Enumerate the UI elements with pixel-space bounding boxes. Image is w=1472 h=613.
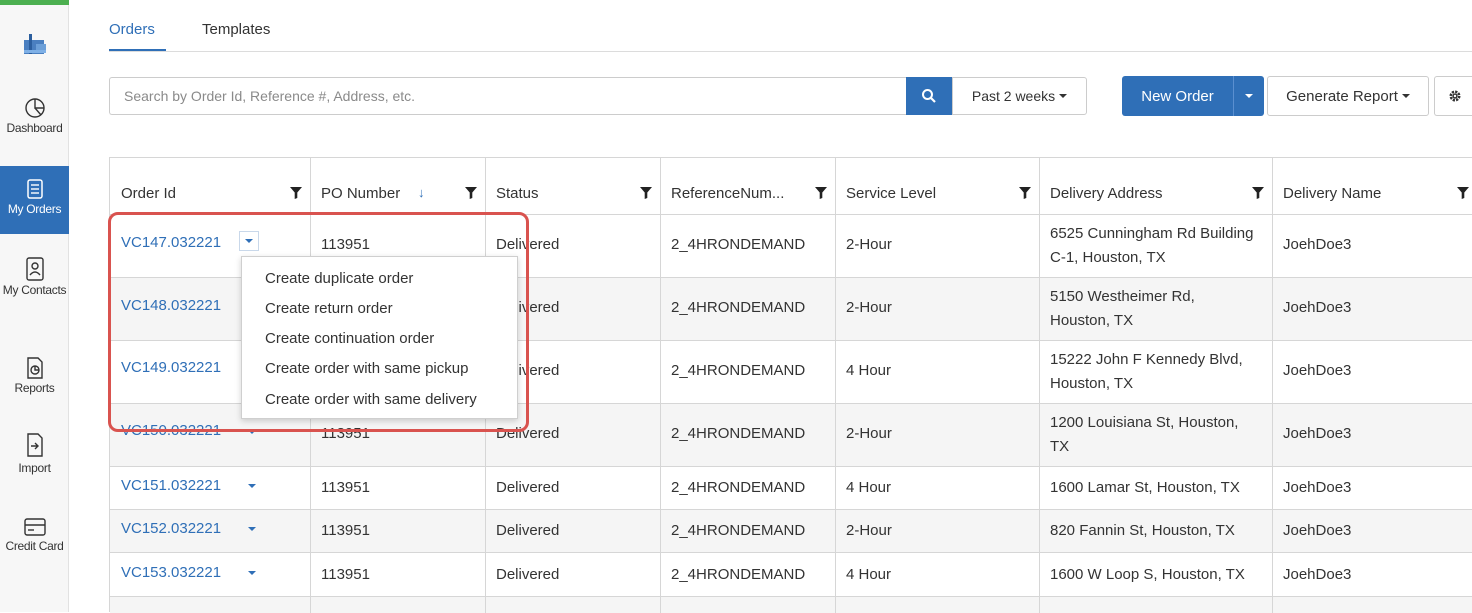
chevron-down-icon <box>1059 94 1068 98</box>
order-id-link[interactable]: VC152.032221 <box>121 520 221 537</box>
reference-cell: 2_4HRONDEMAND <box>671 236 806 253</box>
po-number-cell: 113951 <box>321 566 370 583</box>
date-range-dropdown[interactable]: Past 2 weeks <box>952 77 1087 115</box>
filter-icon[interactable] <box>1019 187 1031 199</box>
sidebar-item-label: Dashboard <box>6 121 63 135</box>
order-id-link[interactable]: VC151.032221 <box>121 477 221 494</box>
filter-icon[interactable] <box>1252 187 1264 199</box>
delivery-address-cell: 1600 Lamar St, Houston, TX <box>1050 479 1240 496</box>
sidebar-item-import[interactable]: Import <box>0 432 69 480</box>
delivery-address-cell: 820 Fannin St, Houston, TX <box>1050 522 1235 539</box>
chevron-down-icon[interactable] <box>248 571 256 575</box>
column-header-reference-number[interactable]: ReferenceNum... <box>671 185 784 202</box>
reports-icon <box>26 357 43 379</box>
delivery-name-cell: JoehDoe3 <box>1283 522 1352 539</box>
sort-descending-icon[interactable]: ↓ <box>418 185 425 200</box>
reference-cell: 2_4HRONDEMAND <box>671 479 806 496</box>
reference-cell: 2_4HRONDEMAND <box>671 362 806 379</box>
delivery-name-cell: JoehDoe3 <box>1283 479 1352 496</box>
status-cell: Delivered <box>496 566 560 583</box>
sidebar-accent-bar <box>0 0 69 5</box>
delivery-address-cell: 1600 W Loop S, Houston, TX <box>1050 566 1245 583</box>
search-icon <box>922 89 936 103</box>
delivery-name-cell: JoehDoe3 <box>1283 425 1352 442</box>
status-cell: Delivered <box>496 522 560 539</box>
tab-bar: Orders Templates <box>109 0 1472 52</box>
sidebar-item-label: Credit Card <box>5 539 64 553</box>
active-tab-indicator <box>109 49 166 51</box>
po-number-cell: 113951 <box>321 522 370 539</box>
sidebar-item-label: My Orders <box>7 202 62 216</box>
reference-cell: 2_4HRONDEMAND <box>671 522 806 539</box>
delivery-address-cell: 1200 Louisiana St, Houston, TX <box>1050 414 1239 455</box>
gear-icon <box>1449 90 1460 102</box>
settings-button[interactable] <box>1434 76 1472 116</box>
generate-report-dropdown[interactable]: Generate Report <box>1267 76 1429 116</box>
service-level-cell: 2-Hour <box>846 299 892 316</box>
search-input[interactable] <box>109 77 906 115</box>
po-number-cell: 113951 <box>321 479 370 496</box>
column-header-status[interactable]: Status <box>496 185 539 202</box>
pie-chart-icon <box>24 98 45 118</box>
column-header-delivery-name[interactable]: Delivery Name <box>1283 185 1381 202</box>
sidebar-item-label: Reports <box>14 381 55 395</box>
search-button[interactable] <box>906 77 952 115</box>
new-order-button[interactable]: New Order <box>1122 76 1233 116</box>
reference-cell: 2_4HRONDEMAND <box>671 425 806 442</box>
service-level-cell: 2-Hour <box>846 236 892 253</box>
service-level-cell: 4 Hour <box>846 362 892 379</box>
app-logo-icon[interactable] <box>20 30 50 62</box>
status-cell: Delivered <box>496 479 560 496</box>
credit-card-icon <box>23 518 46 536</box>
order-id-link[interactable]: VC153.032221 <box>121 564 221 581</box>
service-level-cell: 2-Hour <box>846 522 892 539</box>
delivery-address-cell: 6525 Cunningham Rd Building C-1, Houston… <box>1050 225 1254 266</box>
filter-icon[interactable] <box>640 187 652 199</box>
column-header-service-level[interactable]: Service Level <box>846 185 936 202</box>
delivery-name-cell: JoehDoe3 <box>1283 299 1352 316</box>
column-header-delivery-address[interactable]: Delivery Address <box>1050 185 1163 202</box>
sidebar-item-reports[interactable]: Reports <box>0 356 69 400</box>
left-sidebar: Dashboard My Orders My Contacts Reports <box>0 0 69 612</box>
reference-cell: 2_4HRONDEMAND <box>671 299 806 316</box>
sidebar-item-my-orders[interactable]: My Orders <box>0 166 69 234</box>
reference-cell: 2_4HRONDEMAND <box>671 566 806 583</box>
annotation-highlight-box <box>108 212 529 432</box>
delivery-address-cell: 5150 Westheimer Rd, Houston, TX <box>1050 288 1195 329</box>
sidebar-item-my-contacts[interactable]: My Contacts <box>0 256 69 316</box>
delivery-name-cell: JoehDoe3 <box>1283 362 1352 379</box>
chevron-down-icon[interactable] <box>248 527 256 531</box>
tab-orders[interactable]: Orders <box>109 21 155 38</box>
import-icon <box>26 433 43 457</box>
service-level-cell: 4 Hour <box>846 479 892 496</box>
filter-icon[interactable] <box>1457 187 1469 199</box>
new-order-label: New Order <box>1141 87 1214 105</box>
service-level-cell: 4 Hour <box>846 566 892 583</box>
filter-icon[interactable] <box>290 187 302 199</box>
date-range-label: Past 2 weeks <box>971 88 1056 104</box>
column-header-po-number[interactable]: PO Number <box>321 185 400 202</box>
sidebar-item-credit-card[interactable]: Credit Card <box>0 516 69 560</box>
delivery-name-cell: JoehDoe3 <box>1283 236 1352 253</box>
new-order-dropdown-toggle[interactable] <box>1233 76 1264 116</box>
orders-list-icon <box>26 179 43 199</box>
delivery-name-cell: JoehDoe3 <box>1283 566 1352 583</box>
row-background <box>110 596 1472 613</box>
column-header-order-id[interactable]: Order Id <box>121 185 176 202</box>
tab-templates[interactable]: Templates <box>202 21 270 38</box>
filter-icon[interactable] <box>815 187 827 199</box>
contacts-icon <box>25 257 44 281</box>
generate-report-label: Generate Report <box>1286 87 1398 105</box>
sidebar-item-dashboard[interactable]: Dashboard <box>0 96 69 144</box>
service-level-cell: 2-Hour <box>846 425 892 442</box>
chevron-down-icon <box>1401 94 1410 98</box>
filter-icon[interactable] <box>465 187 477 199</box>
delivery-address-cell: 15222 John F Kennedy Blvd, Houston, TX <box>1050 351 1243 392</box>
sidebar-item-label: My Contacts <box>2 283 67 297</box>
chevron-down-icon[interactable] <box>248 484 256 488</box>
sidebar-item-label: Import <box>18 461 51 475</box>
chevron-down-icon <box>1245 94 1253 98</box>
